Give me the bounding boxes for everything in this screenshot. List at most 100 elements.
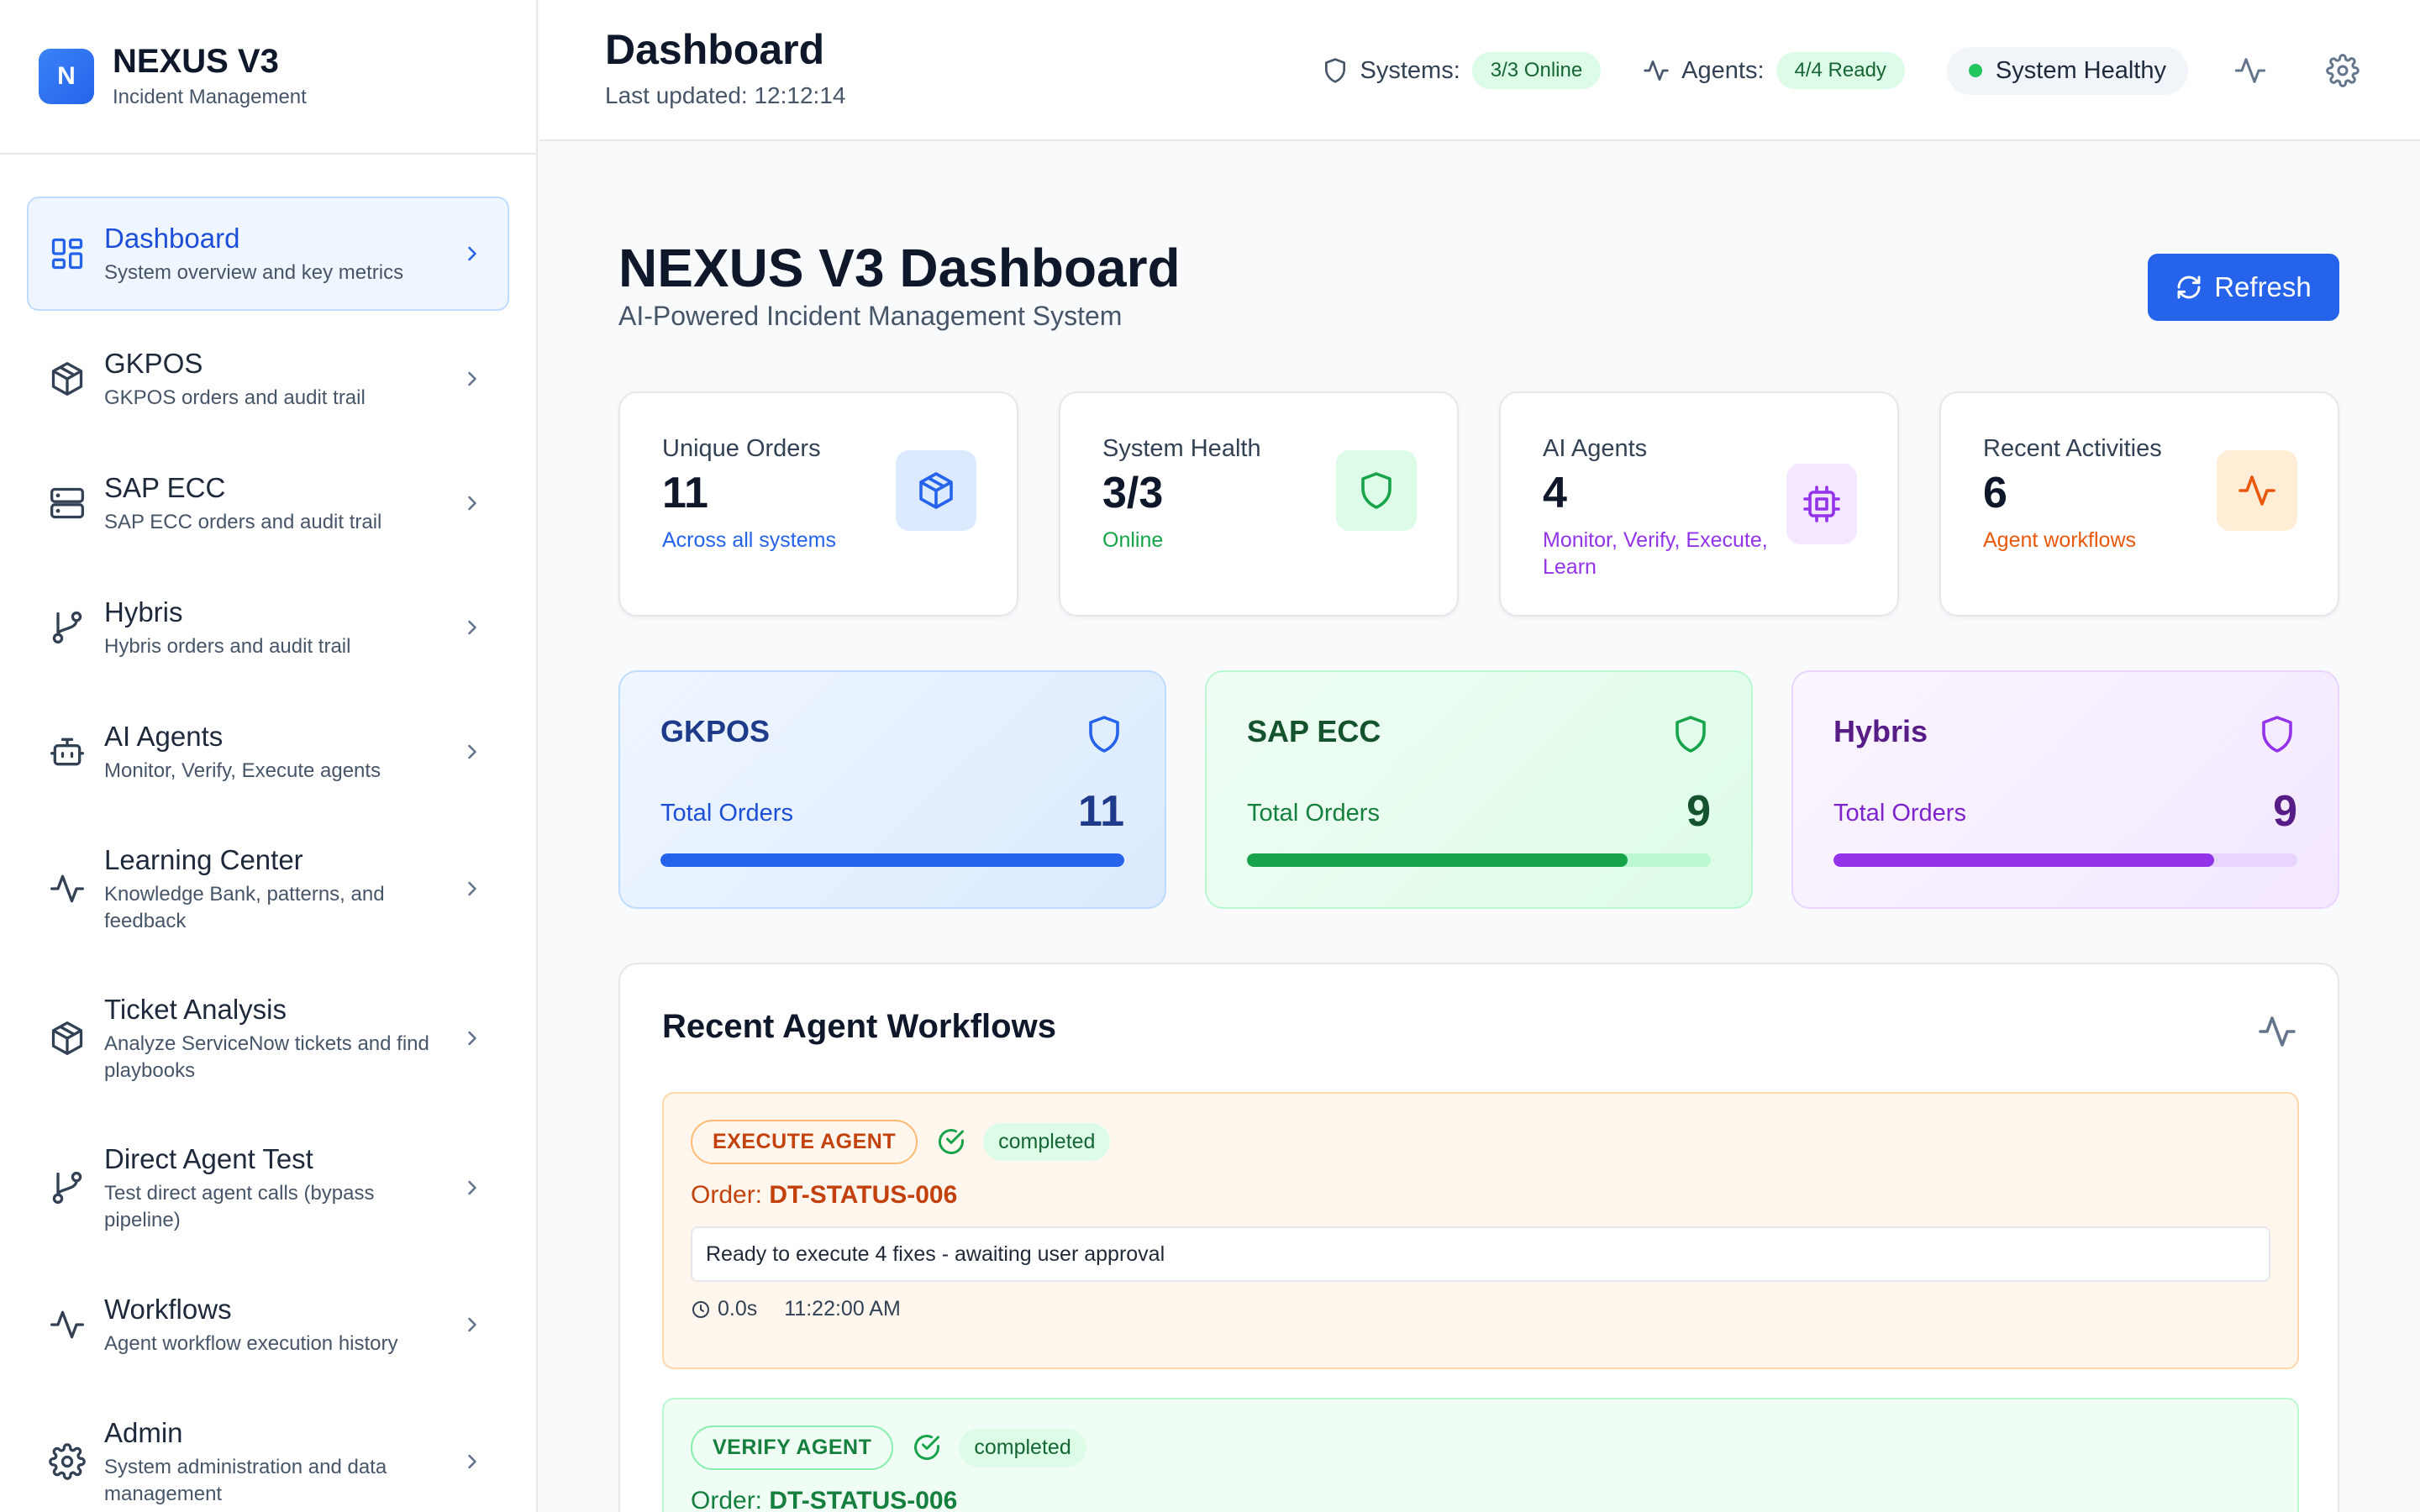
- sidebar-item-ai-agents[interactable]: AI Agents Monitor, Verify, Execute agent…: [27, 696, 509, 808]
- workflow-time: 11:22:00 AM: [784, 1297, 901, 1320]
- systems-label: Systems:: [1360, 56, 1460, 84]
- kpi-label: AI Agents: [1543, 435, 1648, 462]
- order-label: Order:: [691, 1181, 763, 1209]
- activity-icon: [2217, 450, 2297, 531]
- chevron-right-icon: [460, 1450, 484, 1473]
- sidebar-item-workflows[interactable]: Workflows Agent workflow execution histo…: [27, 1268, 509, 1381]
- chevron-right-icon: [460, 242, 484, 265]
- sidebar-item-dashboard[interactable]: Dashboard System overview and key metric…: [27, 197, 509, 311]
- shield-icon: [1084, 714, 1124, 754]
- box-icon: [49, 1020, 86, 1057]
- status-badge: completed: [959, 1428, 1086, 1467]
- health-text: System Healthy: [1995, 56, 2166, 84]
- chevron-right-icon: [460, 1313, 484, 1336]
- sidebar-item-sap-ecc[interactable]: SAP ECC SAP ECC orders and audit trail: [27, 447, 509, 559]
- shield-icon: [1336, 450, 1417, 531]
- sidebar-item-desc: System overview and key metrics: [104, 261, 404, 284]
- sidebar-item-label: Dashboard: [104, 223, 240, 254]
- system-card-gkpos[interactable]: GKPOS Total Orders 11: [618, 670, 1166, 909]
- chevron-right-icon: [460, 616, 484, 639]
- check-circle-icon: [912, 1432, 942, 1462]
- chevron-right-icon: [460, 740, 484, 764]
- sidebar-item-desc: SAP ECC orders and audit trail: [104, 511, 382, 533]
- chevron-right-icon: [460, 491, 484, 515]
- kpi-card-system-health: System Health 3/3 Online: [1059, 391, 1459, 617]
- header-title: Dashboard: [605, 26, 825, 73]
- systems-badge: 3/3 Online: [1471, 52, 1602, 89]
- system-card-hybris[interactable]: Hybris Total Orders 9: [1791, 670, 2339, 909]
- activity-icon: [49, 1306, 86, 1343]
- sidebar-item-ticket-analysis[interactable]: Ticket Analysis Analyze ServiceNow ticke…: [27, 969, 509, 1107]
- activity-icon: [2257, 1011, 2297, 1052]
- system-total-value: 9: [1686, 787, 1711, 836]
- order-label: Order:: [691, 1487, 763, 1512]
- kpi-card-recent-activities: Recent Activities 6 Agent workflows: [1939, 391, 2339, 617]
- system-progress-track: [1833, 853, 2297, 867]
- box-icon: [896, 450, 976, 531]
- grid-icon: [49, 235, 86, 272]
- git-branch-icon: [49, 609, 86, 646]
- chevron-right-icon: [460, 1176, 484, 1200]
- system-progress-fill: [1833, 853, 2214, 867]
- gear-icon: [49, 1443, 86, 1480]
- agents-badge: 4/4 Ready: [1776, 52, 1905, 89]
- sidebar-item-learning-center[interactable]: Learning Center Knowledge Bank, patterns…: [27, 820, 509, 958]
- brand-subtitle: Incident Management: [113, 86, 307, 108]
- kpi-row: Unique Orders 11 Across all systems Syst…: [618, 391, 2339, 617]
- sidebar-item-hybris[interactable]: Hybris Hybris orders and audit trail: [27, 571, 509, 684]
- system-card-sap-ecc[interactable]: SAP ECC Total Orders 9: [1205, 670, 1753, 909]
- agents-status: Agents: 4/4 Ready: [1643, 52, 1905, 89]
- cpu-icon: [1786, 464, 1857, 544]
- clock-icon: [691, 1299, 718, 1320]
- sidebar-item-desc: Analyze ServiceNow tickets and find play…: [104, 1032, 429, 1082]
- workflow-order: Order: DT-STATUS-006: [691, 1181, 2270, 1210]
- brand: N NEXUS V3 Incident Management: [0, 0, 536, 155]
- git-branch-icon: [49, 1169, 86, 1206]
- system-total-label: Total Orders: [660, 800, 793, 827]
- chevron-right-icon: [460, 877, 484, 900]
- server-icon: [49, 485, 86, 522]
- sidebar-item-admin[interactable]: Admin System administration and data man…: [27, 1393, 509, 1512]
- check-circle-icon: [936, 1126, 966, 1157]
- workflow-item[interactable]: VERIFY AGENT completed Order: DT-STATUS-…: [662, 1398, 2299, 1512]
- workflow-duration: 0.0s: [718, 1297, 758, 1320]
- kpi-note: Online: [1102, 528, 1164, 552]
- shield-icon: [1670, 714, 1711, 754]
- agent-badge: VERIFY AGENT: [691, 1425, 894, 1470]
- refresh-button[interactable]: Refresh: [2148, 254, 2339, 321]
- system-progress-track: [1247, 853, 1711, 867]
- shield-icon: [1322, 57, 1349, 84]
- last-updated: Last updated: 12:12:14: [605, 82, 846, 108]
- sidebar-item-gkpos[interactable]: GKPOS GKPOS orders and audit trail: [27, 323, 509, 435]
- page-title: NEXUS V3 Dashboard: [618, 238, 1181, 298]
- sidebar-item-direct-agent-test[interactable]: Direct Agent Test Test direct agent call…: [27, 1119, 509, 1257]
- sidebar-item-desc: Agent workflow execution history: [104, 1332, 398, 1355]
- workflow-meta: 0.0s 11:22:00 AM: [691, 1297, 2270, 1321]
- sidebar-item-desc: System administration and data managemen…: [104, 1456, 387, 1505]
- workflow-item[interactable]: EXECUTE AGENT completed Order: DT-STATUS…: [662, 1092, 2299, 1369]
- sidebar-item-label: Ticket Analysis: [104, 994, 287, 1025]
- status-badge: completed: [983, 1122, 1111, 1161]
- kpi-note: Agent workflows: [1983, 528, 2137, 552]
- sidebar-item-label: GKPOS: [104, 348, 203, 379]
- top-header: Dashboard Last updated: 12:12:14 Systems…: [539, 0, 2420, 141]
- system-progress-track: [660, 853, 1124, 867]
- activity-icon[interactable]: [2233, 54, 2267, 87]
- sidebar-item-label: Workflows: [104, 1294, 232, 1325]
- sidebar-item-desc: GKPOS orders and audit trail: [104, 386, 366, 409]
- system-total-label: Total Orders: [1247, 800, 1380, 827]
- sidebar-item-label: AI Agents: [104, 721, 224, 752]
- system-cards: GKPOS Total Orders 11 SAP ECC Total Orde…: [618, 670, 2339, 909]
- system-total-label: Total Orders: [1833, 800, 1966, 827]
- settings-gear-icon[interactable]: [2326, 54, 2360, 87]
- system-name: Hybris: [1833, 714, 1928, 748]
- sidebar-item-label: SAP ECC: [104, 472, 226, 503]
- activity-icon: [1643, 57, 1670, 84]
- sidebar-item-label: Direct Agent Test: [104, 1143, 313, 1174]
- refresh-icon: [2177, 276, 2201, 299]
- sidebar-item-desc: Knowledge Bank, patterns, and feedback: [104, 883, 385, 932]
- sidebar-item-desc: Test direct agent calls (bypass pipeline…: [104, 1182, 375, 1231]
- agent-badge: EXECUTE AGENT: [691, 1119, 918, 1164]
- sidebar-nav: Dashboard System overview and key metric…: [0, 155, 536, 1512]
- systems-status: Systems: 3/3 Online: [1322, 52, 1602, 89]
